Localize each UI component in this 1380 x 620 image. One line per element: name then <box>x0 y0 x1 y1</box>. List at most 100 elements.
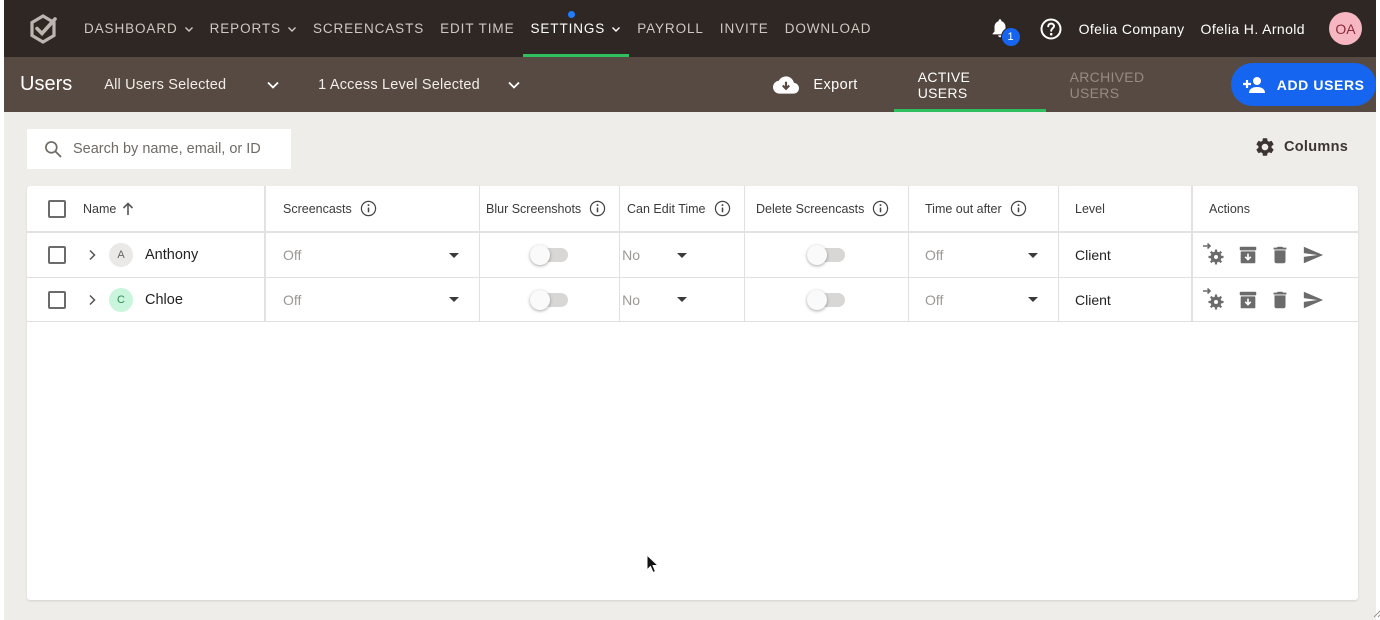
table-row: C Chloe Off No Off Client <box>27 278 1358 322</box>
table-header-row: Name Screencasts Blur Screenshots Can Ed… <box>27 186 1358 233</box>
resize-grip-icon[interactable] <box>1372 608 1380 618</box>
timeout-value: Off <box>925 291 944 308</box>
info-icon[interactable] <box>872 200 889 217</box>
nav-edit-time[interactable]: EDIT TIME <box>432 0 522 57</box>
nav-settings-dot <box>567 11 575 18</box>
row-checkbox[interactable] <box>47 290 66 309</box>
page-title: Users <box>20 73 73 95</box>
archive-icon[interactable] <box>1237 244 1259 266</box>
columns-button[interactable]: Columns <box>1254 136 1348 158</box>
delete-icon[interactable] <box>1269 244 1291 266</box>
delete-cell <box>745 278 909 321</box>
nav-dashboard[interactable]: DASHBOARD <box>76 0 202 57</box>
info-icon[interactable] <box>360 200 377 217</box>
caret-down-icon <box>1028 297 1038 302</box>
add-users-button[interactable]: ADD USERS <box>1231 63 1376 106</box>
app-logo-icon[interactable] <box>28 13 58 44</box>
header-actions: Actions <box>1193 186 1358 231</box>
screencasts-select[interactable]: Off <box>266 247 479 263</box>
header-name[interactable]: Name <box>83 186 266 231</box>
caret-down-icon <box>449 297 459 302</box>
user-avatar[interactable]: OA <box>1329 12 1362 45</box>
nav-settings[interactable]: SETTINGS <box>522 0 630 57</box>
nav-payroll[interactable]: PAYROLL <box>629 0 712 57</box>
actions-cell <box>1193 278 1358 321</box>
export-label: Export <box>813 76 858 93</box>
nav-right-group: 1 Ofelia Company Ofelia H. Arnold OA <box>989 0 1376 57</box>
app-window: DASHBOARD REPORTS SCREENCASTS EDIT TIME … <box>4 0 1380 620</box>
header-edit-time-label: Can Edit Time <box>627 201 706 216</box>
access-level-filter-dropdown[interactable]: 1 Access Level Selected <box>318 77 521 93</box>
edit-time-select[interactable]: No <box>620 247 744 263</box>
export-button[interactable]: Export <box>773 74 857 96</box>
edit-time-select[interactable]: No <box>620 292 744 308</box>
info-icon[interactable] <box>589 200 606 217</box>
actions-cell <box>1193 233 1358 277</box>
chevron-right-icon[interactable] <box>87 249 97 261</box>
toggle-knob <box>529 289 550 310</box>
send-icon[interactable] <box>1301 289 1325 311</box>
select-all-checkbox[interactable] <box>47 199 66 218</box>
screencasts-select[interactable]: Off <box>266 292 479 308</box>
caret-down-icon <box>677 252 687 258</box>
columns-label: Columns <box>1284 139 1349 155</box>
timeout-select[interactable]: Off <box>909 247 1058 263</box>
user-name-text[interactable]: Chloe <box>145 292 183 308</box>
send-icon[interactable] <box>1301 244 1325 266</box>
tab-active-users[interactable]: ACTIVE USERS <box>893 57 1046 112</box>
users-filter-label: All Users Selected <box>104 76 227 93</box>
user-name[interactable]: Ofelia H. Arnold <box>1201 21 1305 37</box>
notifications-button[interactable]: 1 <box>989 17 1021 47</box>
user-settings-icon[interactable] <box>1201 243 1227 267</box>
nav-download-label: DOWNLOAD <box>784 21 872 36</box>
blur-screenshots-toggle[interactable] <box>529 245 568 265</box>
blur-cell <box>480 278 620 321</box>
user-settings-icon[interactable] <box>1201 287 1227 312</box>
header-screencasts-label: Screencasts <box>283 201 352 216</box>
level-value: Client <box>1075 291 1111 308</box>
edit-time-cell: No <box>620 233 745 277</box>
chevron-right-icon[interactable] <box>87 294 97 306</box>
blur-screenshots-toggle[interactable] <box>529 289 568 310</box>
delete-screencasts-toggle[interactable] <box>806 245 845 265</box>
timeout-select[interactable]: Off <box>909 292 1058 308</box>
nav-invite[interactable]: INVITE <box>712 0 777 57</box>
toggle-knob <box>529 245 550 265</box>
chevron-down-icon <box>287 26 296 32</box>
header-actions-label: Actions <box>1209 201 1250 216</box>
nav-download[interactable]: DOWNLOAD <box>777 0 880 57</box>
info-icon[interactable] <box>714 200 731 217</box>
users-table: Name Screencasts Blur Screenshots Can Ed… <box>27 186 1358 600</box>
search-input[interactable] <box>73 141 273 157</box>
header-timeout-label: Time out after <box>925 201 1002 216</box>
timeout-cell: Off <box>909 233 1059 277</box>
caret-down-icon <box>677 297 687 302</box>
screencasts-value: Off <box>283 291 302 308</box>
nav-settings-label: SETTINGS <box>530 21 606 36</box>
row-select-cell <box>27 233 83 277</box>
users-filter-dropdown[interactable]: All Users Selected <box>104 77 280 93</box>
row-select-cell <box>27 278 83 321</box>
users-toolbar: Users All Users Selected 1 Access Level … <box>4 57 1376 112</box>
nav-reports[interactable]: REPORTS <box>202 0 305 57</box>
user-initial-avatar: C <box>109 287 133 312</box>
header-screencasts: Screencasts <box>266 186 480 231</box>
user-name-text[interactable]: Anthony <box>145 247 198 263</box>
user-name-cell: C Chloe <box>83 278 266 321</box>
company-name[interactable]: Ofelia Company <box>1079 21 1185 37</box>
tab-archived-users[interactable]: ARCHIVED USERS <box>1046 57 1220 112</box>
header-name-label: Name <box>83 201 117 216</box>
chevron-down-icon <box>508 81 521 89</box>
row-checkbox[interactable] <box>47 246 66 264</box>
chevron-down-icon <box>612 26 621 32</box>
delete-screencasts-toggle[interactable] <box>806 289 845 310</box>
archive-icon[interactable] <box>1237 289 1259 311</box>
nav-screencasts[interactable]: SCREENCASTS <box>305 0 432 57</box>
level-cell: Client <box>1059 233 1193 277</box>
help-icon[interactable] <box>1039 17 1063 41</box>
info-icon[interactable] <box>1010 200 1027 217</box>
row-actions <box>1193 287 1335 312</box>
delete-icon[interactable] <box>1269 289 1291 311</box>
chevron-down-icon <box>267 81 279 89</box>
caret-down-icon <box>1028 252 1038 258</box>
